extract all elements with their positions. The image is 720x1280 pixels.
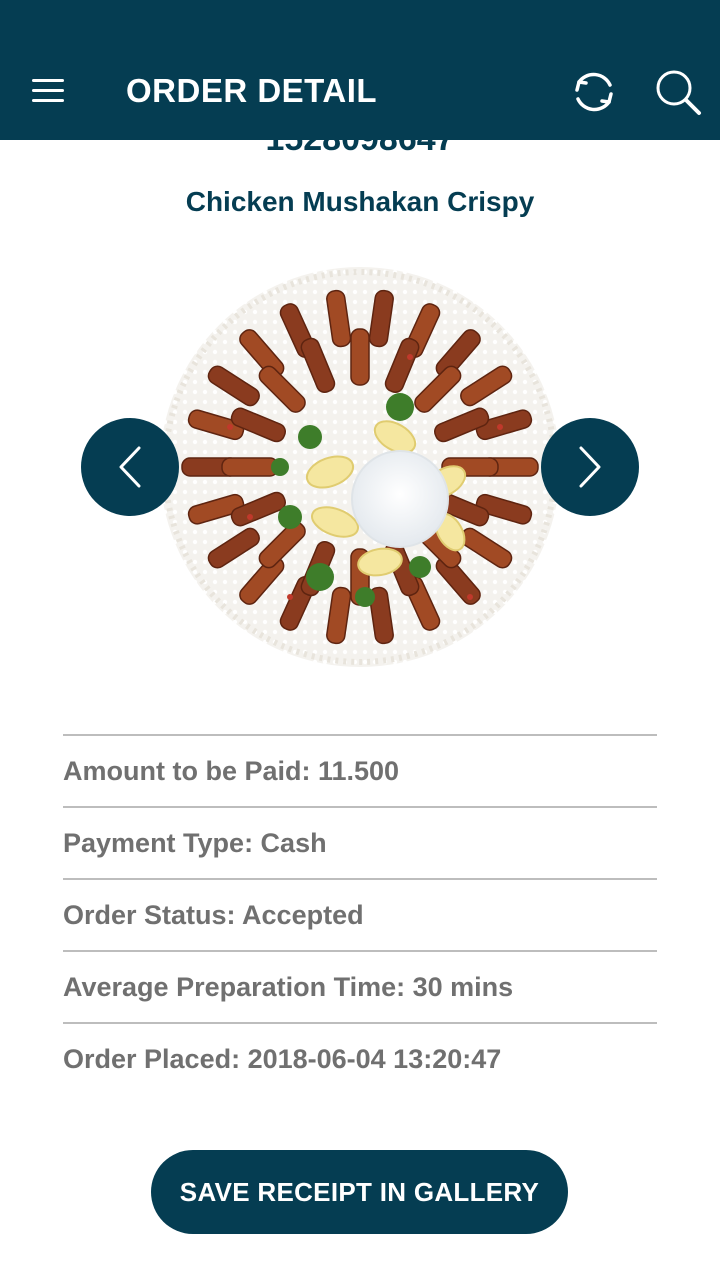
order-details-list: Amount to be Paid: 11.500 Payment Type: … bbox=[63, 734, 657, 1094]
page-title: ORDER DETAIL bbox=[126, 72, 378, 109]
order-status-row: Order Status: Accepted bbox=[63, 878, 657, 950]
menu-icon[interactable] bbox=[30, 76, 68, 106]
save-receipt-button[interactable]: SAVE RECEIPT IN GALLERY bbox=[151, 1150, 568, 1234]
amount-row: Amount to be Paid: 11.500 bbox=[63, 734, 657, 806]
app-bar: ORDER DETAIL bbox=[0, 0, 720, 140]
search-icon[interactable] bbox=[654, 68, 702, 116]
chevron-left-icon bbox=[119, 446, 141, 488]
payment-type-row: Payment Type: Cash bbox=[63, 806, 657, 878]
next-image-button[interactable] bbox=[541, 418, 639, 516]
food-image bbox=[160, 267, 560, 667]
previous-image-button[interactable] bbox=[81, 418, 179, 516]
product-name: Chicken Mushakan Crispy bbox=[185, 186, 535, 217]
refresh-icon[interactable] bbox=[570, 68, 618, 116]
preparation-time-row: Average Preparation Time: 30 mins bbox=[63, 950, 657, 1022]
order-placed-row: Order Placed: 2018-06-04 13:20:47 bbox=[63, 1022, 657, 1094]
chevron-right-icon bbox=[579, 446, 601, 488]
